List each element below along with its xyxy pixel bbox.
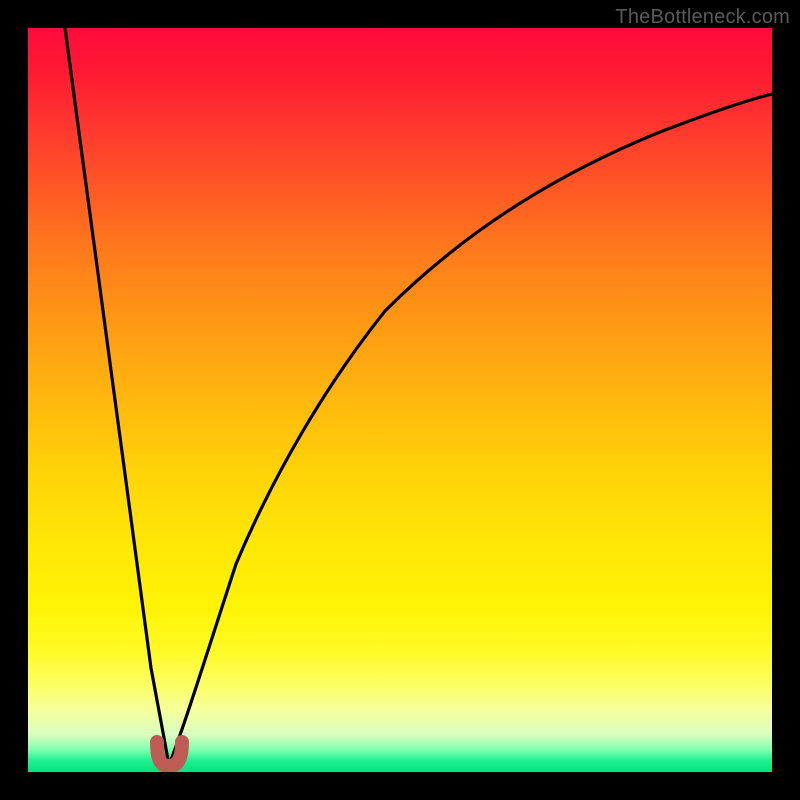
- plot-area: [28, 28, 772, 772]
- chart-frame: TheBottleneck.com: [0, 0, 800, 800]
- heat-gradient-background: [28, 28, 772, 772]
- watermark-text: TheBottleneck.com: [615, 6, 790, 29]
